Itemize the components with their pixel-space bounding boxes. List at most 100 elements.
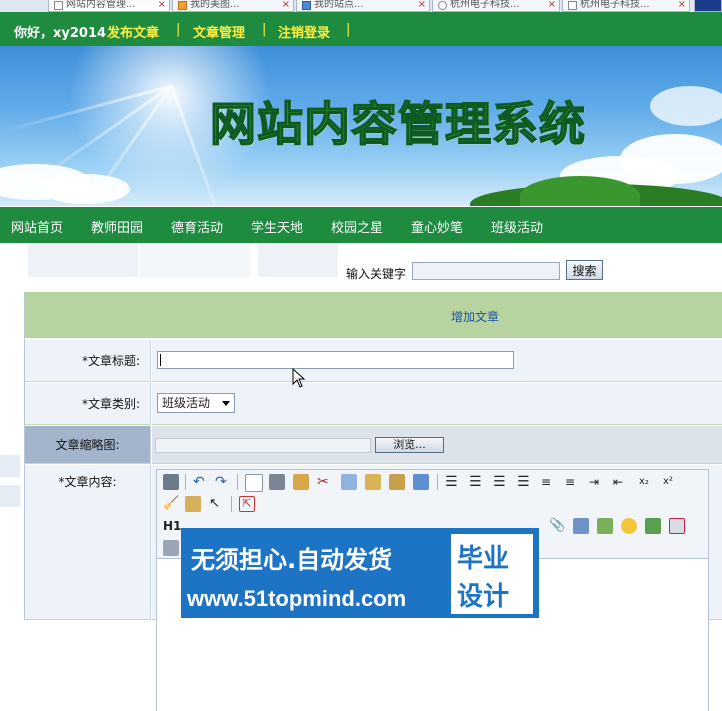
browser-tab-0[interactable]: 网站内容管理... ×	[48, 0, 170, 12]
cloud	[620, 134, 722, 184]
table-icon[interactable]	[573, 518, 589, 534]
content-label: *文章内容:	[25, 465, 151, 620]
emoticon-icon[interactable]	[621, 518, 637, 534]
nav-item-stars[interactable]: 校园之星	[331, 217, 383, 236]
close-tab-icon[interactable]: ×	[678, 0, 686, 10]
nav-item-students[interactable]: 学生天地	[251, 217, 303, 236]
source-icon[interactable]	[163, 474, 179, 490]
fullscreen-icon[interactable]: ⇱	[239, 496, 255, 512]
nav-item-home[interactable]: 网站首页	[11, 217, 63, 236]
flash-icon[interactable]	[669, 518, 685, 534]
page-icon	[54, 1, 63, 10]
align-left-icon[interactable]: ☰	[445, 474, 461, 490]
search-bar: 输入关键字 搜索	[0, 243, 722, 283]
title-label: *文章标题:	[25, 340, 151, 382]
heading-button[interactable]: H1	[163, 518, 183, 534]
text-caret	[160, 354, 161, 366]
user-bar: 你好，xy2014 发布文章 | 文章管理 | 注销登录 |	[0, 12, 722, 46]
clear-format-icon[interactable]: 🧹	[163, 496, 179, 512]
close-tab-icon[interactable]: ×	[282, 0, 290, 10]
attachment-icon[interactable]: 📎	[549, 518, 565, 534]
browse-button[interactable]: 浏览...	[375, 437, 444, 453]
category-label: *文章类别:	[25, 383, 151, 425]
form-title: 增加文章	[451, 310, 500, 324]
separator: |	[176, 22, 181, 37]
separator: |	[262, 22, 267, 37]
template-icon[interactable]	[293, 474, 309, 490]
browser-tab-strip: 网站内容管理... × 我的美图... × 我的站点... × 杭州电子科技... × …	[0, 0, 722, 12]
copy-icon[interactable]	[341, 474, 357, 490]
separator: |	[346, 22, 351, 37]
indent-icon[interactable]: ⇥	[589, 474, 605, 490]
paste-text-icon[interactable]	[389, 474, 405, 490]
toolbar-separator	[437, 474, 438, 490]
nav-item-class[interactable]: 班级活动	[491, 217, 543, 236]
close-tab-icon[interactable]: ×	[548, 0, 556, 10]
manage-articles-link[interactable]: 文章管理	[193, 22, 245, 41]
app-icon	[178, 1, 187, 10]
category-selected-value: 班级活动	[162, 396, 211, 410]
cloud	[650, 86, 722, 126]
form-header: 增加文章	[25, 292, 722, 340]
justify-icon[interactable]: ☰	[517, 474, 533, 490]
undo-icon[interactable]: ↶	[193, 474, 209, 490]
nav-item-writing[interactable]: 童心妙笔	[411, 217, 463, 236]
cloud	[40, 174, 130, 204]
pointer-icon[interactable]: ↖	[209, 496, 225, 512]
new-tab-button[interactable]	[694, 0, 722, 12]
watermark-slogan: 无须担心.自动发货	[191, 546, 393, 574]
horizontal-rule-icon[interactable]	[597, 518, 613, 534]
close-tab-icon[interactable]: ×	[418, 0, 426, 10]
logout-link[interactable]: 注销登录	[278, 22, 330, 41]
toolbar-separator	[185, 474, 186, 490]
nav-item-moral[interactable]: 德育活动	[171, 217, 223, 236]
redo-icon[interactable]: ↷	[215, 474, 231, 490]
image-icon[interactable]	[645, 518, 661, 534]
paste-icon[interactable]	[365, 474, 381, 490]
ordered-list-icon[interactable]: ≡	[541, 474, 557, 490]
unordered-list-icon[interactable]: ≡	[565, 474, 581, 490]
browser-tab-1[interactable]: 我的美图... ×	[172, 0, 294, 12]
search-label: 输入关键字	[346, 267, 407, 281]
site-icon	[302, 1, 311, 10]
print-icon[interactable]	[269, 474, 285, 490]
paste-word-icon[interactable]	[413, 474, 429, 490]
background-block	[0, 485, 20, 507]
search-input[interactable]	[412, 262, 560, 280]
page-break-icon[interactable]	[163, 540, 179, 556]
browser-tab-4[interactable]: 杭州电子科技... ×	[562, 0, 690, 12]
align-center-icon[interactable]: ☰	[469, 474, 485, 490]
browser-tab-3[interactable]: 杭州电子科技... ×	[432, 0, 560, 12]
background-block	[258, 243, 338, 277]
superscript-icon[interactable]: x²	[663, 474, 679, 490]
search-button[interactable]: 搜索	[566, 260, 603, 280]
thumbnail-row: 文章缩略图: 浏览...	[25, 426, 722, 464]
close-tab-icon[interactable]: ×	[158, 0, 166, 10]
greeting-text: 你好，xy2014	[14, 26, 107, 41]
category-select[interactable]: 班级活动	[157, 393, 235, 413]
outdent-icon[interactable]: ⇤	[613, 474, 629, 490]
thumbnail-cell: 浏览...	[152, 426, 722, 464]
title-row: *文章标题:	[25, 340, 722, 382]
title-input[interactable]	[157, 351, 514, 369]
watermark-badge-line2: 设计	[457, 582, 510, 612]
dropdown-arrow-icon	[222, 401, 230, 406]
nav-item-teachers[interactable]: 教师田园	[91, 217, 143, 236]
preview-icon[interactable]	[245, 474, 263, 492]
watermark-overlay: 无须担心.自动发货 www.51topmind.com 毕业 设计	[181, 528, 539, 618]
select-all-icon[interactable]	[185, 496, 201, 512]
toolbar-separator	[237, 474, 238, 490]
category-cell: 班级活动	[152, 383, 722, 425]
main-nav: 网站首页 教师田园 德育活动 学生天地 校园之星 童心妙笔 班级活动	[0, 207, 722, 243]
thumbnail-file-input[interactable]	[155, 438, 371, 453]
page-icon	[568, 1, 577, 10]
toolbar-separator	[231, 496, 232, 512]
background-block	[0, 455, 20, 477]
align-right-icon[interactable]: ☰	[493, 474, 509, 490]
watermark-text-block: 无须担心.自动发货 www.51topmind.com	[181, 528, 453, 618]
background-block	[28, 243, 138, 277]
subscript-icon[interactable]: x₂	[639, 474, 655, 490]
publish-article-link[interactable]: 发布文章	[107, 22, 159, 41]
cut-icon[interactable]: ✂	[317, 474, 333, 490]
browser-tab-2[interactable]: 我的站点... ×	[296, 0, 430, 12]
